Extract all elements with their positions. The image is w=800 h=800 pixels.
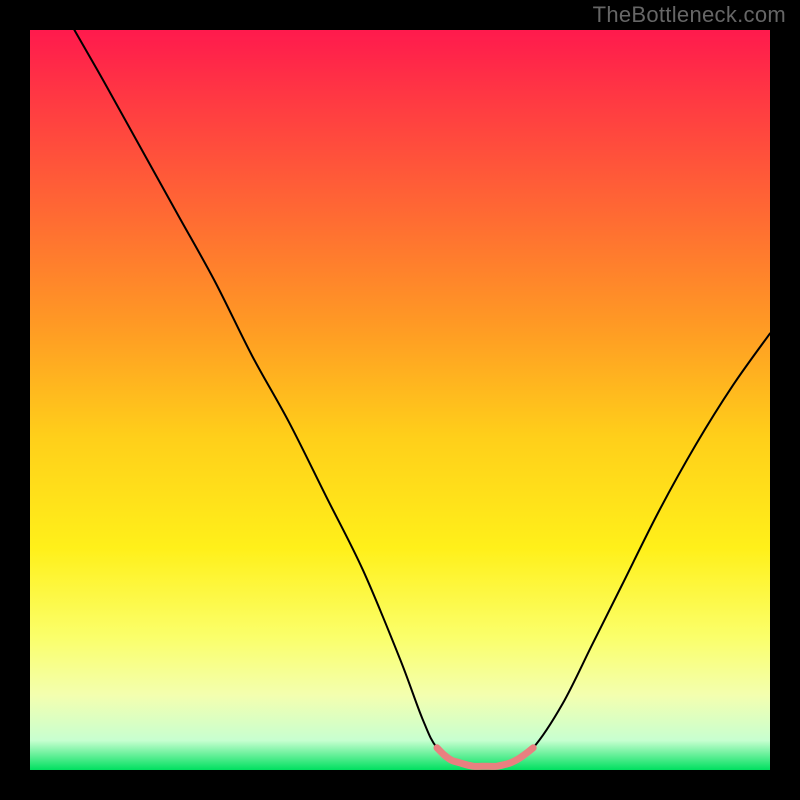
watermark-text: TheBottleneck.com (593, 2, 786, 28)
chart-canvas (0, 0, 800, 800)
bottleneck-chart: TheBottleneck.com (0, 0, 800, 800)
